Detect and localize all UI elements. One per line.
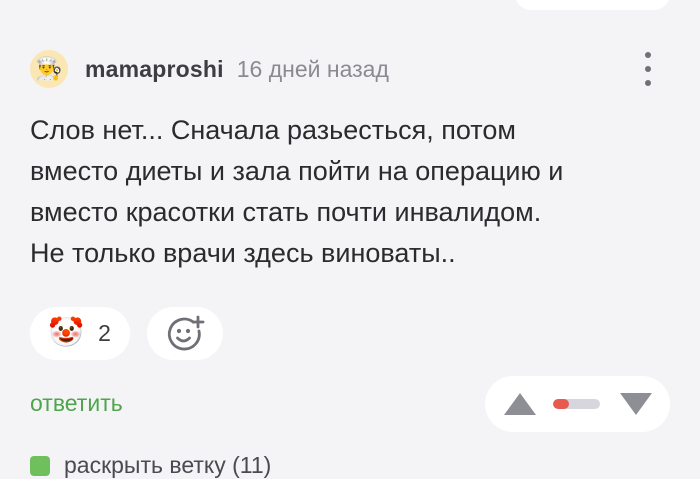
comment-author[interactable]: mamaproshi <box>85 56 224 83</box>
more-options-icon[interactable] <box>636 52 660 86</box>
clown-icon: 🤡 <box>48 317 85 349</box>
expand-thread-icon <box>30 455 50 476</box>
arrow-down-icon[interactable] <box>619 391 653 417</box>
more-dot <box>645 52 651 58</box>
comment-text: Слов нет... Сначала разьесться, потом вм… <box>30 115 564 268</box>
rating-bar <box>553 399 600 409</box>
reply-link[interactable]: ответить <box>30 390 123 417</box>
chef-avatar-icon[interactable]: 👨‍🍳 <box>30 50 68 88</box>
vote-panel <box>485 376 670 432</box>
comment-header: 👨‍🍳 mamaproshi 16 дней назад <box>30 50 389 88</box>
add-reaction-icon <box>167 315 205 350</box>
reaction-count: 2 <box>98 320 111 346</box>
rating-bar-fill <box>553 399 570 409</box>
expand-thread-button[interactable]: раскрыть ветку (11) <box>30 452 271 479</box>
more-dot <box>645 80 651 86</box>
more-dot <box>645 66 651 72</box>
comment-timestamp[interactable]: 16 дней назад <box>237 56 389 83</box>
expand-thread-label: раскрыть ветку (11) <box>64 452 272 478</box>
arrow-up-icon[interactable] <box>503 391 537 417</box>
previous-comment-vote-panel <box>515 0 670 10</box>
reaction-clown-button[interactable]: 🤡 2 <box>30 307 130 360</box>
add-reaction-button[interactable] <box>147 307 223 360</box>
